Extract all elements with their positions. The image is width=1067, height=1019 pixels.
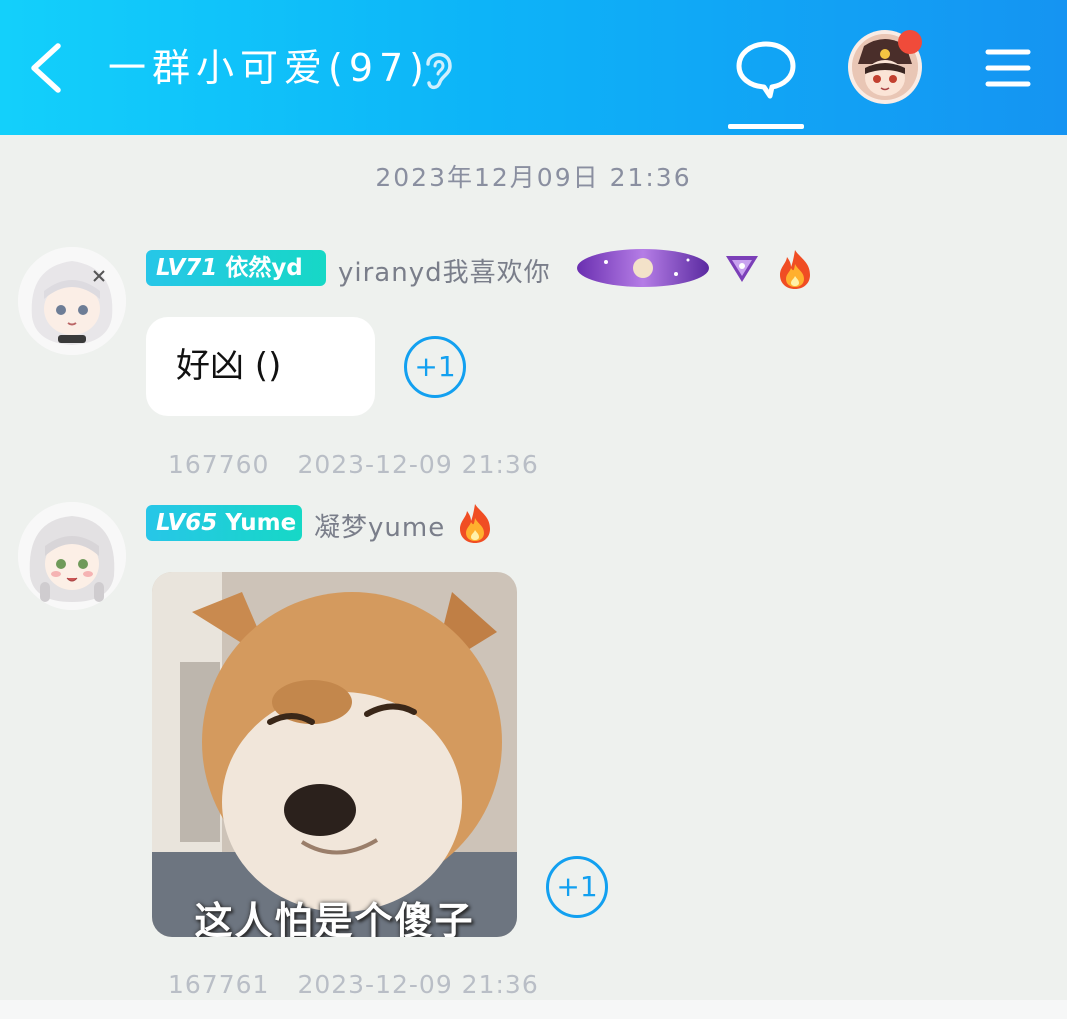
member-title: Yume bbox=[225, 510, 297, 536]
sender-nickname[interactable]: 凝梦yume bbox=[314, 507, 445, 544]
menu-button[interactable] bbox=[984, 44, 1032, 92]
message-id: 167761 bbox=[168, 970, 270, 999]
message-meta: 167760 2023-12-09 21:36 bbox=[168, 450, 567, 479]
member-title: 依然yd bbox=[225, 255, 303, 281]
plus-one-button[interactable]: +1 bbox=[546, 856, 608, 918]
chat-bubble-icon bbox=[736, 41, 796, 99]
message-meta: 167761 2023-12-09 21:36 bbox=[168, 970, 567, 999]
sticker-caption: 这人怕是个傻子 bbox=[194, 899, 475, 937]
fire-icon bbox=[456, 502, 494, 548]
top-bar: 一群小可爱(97) bbox=[0, 0, 1067, 135]
sender-nickname[interactable]: yiranyd我喜欢你 bbox=[338, 252, 551, 289]
level-badge: LV65 Yume bbox=[146, 505, 302, 541]
group-title: 一群小可爱(97) bbox=[108, 46, 431, 90]
sticker-image[interactable]: 这人怕是个傻子 bbox=[152, 572, 517, 937]
notification-dot bbox=[898, 30, 922, 54]
hamburger-menu-icon bbox=[985, 49, 1031, 87]
fire-icon bbox=[776, 248, 814, 294]
input-bar-edge bbox=[0, 1000, 1067, 1019]
chevron-left-icon bbox=[31, 43, 61, 93]
avatar[interactable] bbox=[18, 502, 126, 610]
level-badge: LV71 依然yd bbox=[146, 250, 326, 286]
avatar[interactable] bbox=[18, 247, 126, 355]
message-time: 2023-12-09 21:36 bbox=[297, 450, 539, 479]
triangle-badge-icon bbox=[724, 254, 760, 288]
dog-sticker-graphic bbox=[152, 572, 517, 937]
message-id: 167760 bbox=[168, 450, 270, 479]
message-time: 2023-12-09 21:36 bbox=[297, 970, 539, 999]
message-bubble[interactable]: 好凶 () bbox=[146, 317, 375, 416]
level-text: LV65 bbox=[156, 510, 218, 536]
ear-mode-button[interactable] bbox=[418, 46, 458, 92]
galaxy-decoration-icon bbox=[576, 248, 710, 288]
level-text: LV71 bbox=[156, 255, 218, 281]
ear-icon bbox=[426, 52, 452, 90]
plus-one-button[interactable]: +1 bbox=[404, 336, 466, 398]
active-tab-indicator bbox=[728, 124, 804, 129]
tab-chat[interactable] bbox=[728, 40, 804, 132]
back-button[interactable] bbox=[26, 40, 70, 96]
chat-timestamp: 2023年12月09日 21:36 bbox=[375, 163, 692, 192]
